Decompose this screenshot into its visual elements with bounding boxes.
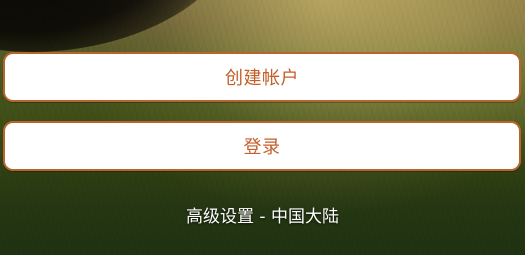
login-label: 登录: [243, 137, 281, 158]
create-account-label: 创建帐户: [225, 68, 299, 89]
advanced-settings-link[interactable]: 高级设置 - 中国大陆: [0, 202, 525, 227]
login-button[interactable]: 登录: [3, 121, 521, 171]
create-account-button[interactable]: 创建帐户: [3, 52, 521, 102]
